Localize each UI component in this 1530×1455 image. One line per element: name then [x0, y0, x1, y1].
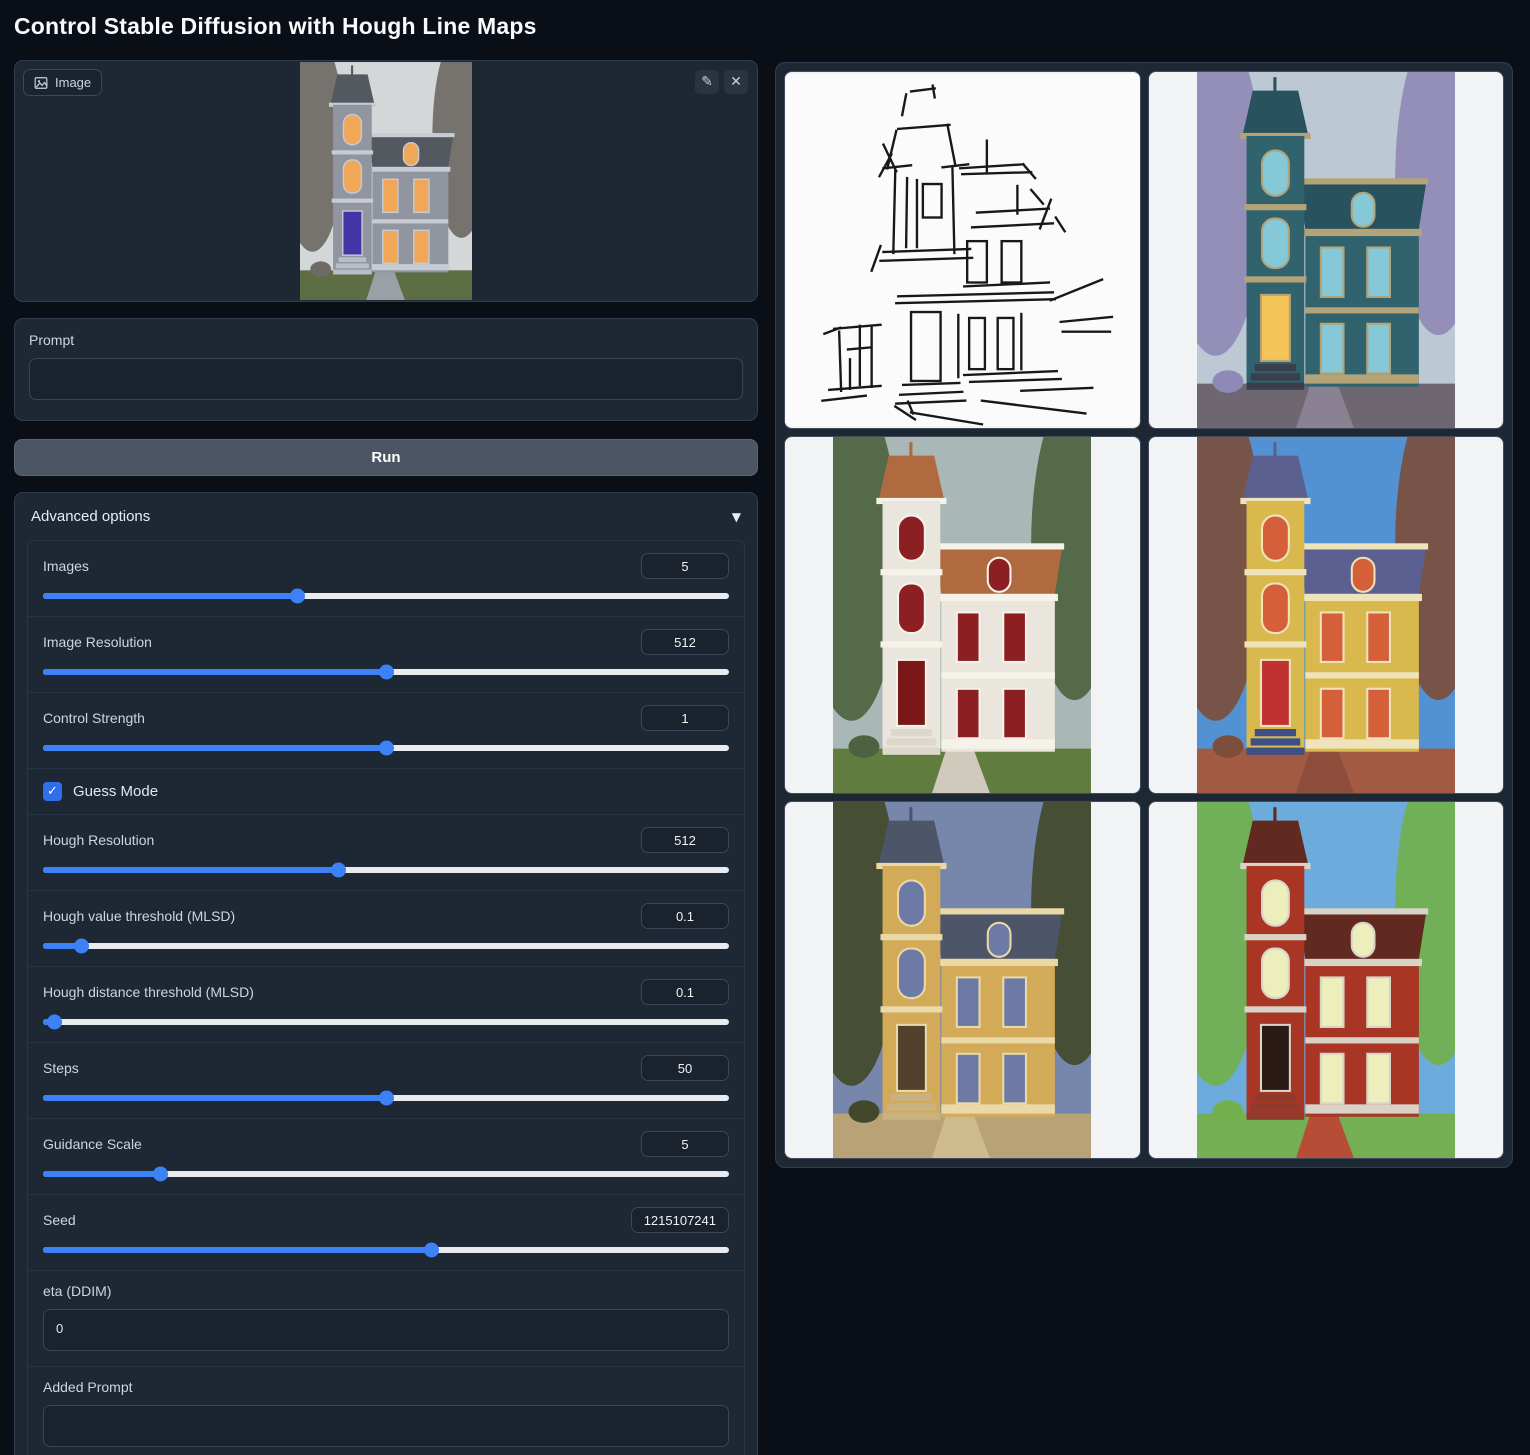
gallery-item-1[interactable]	[1148, 71, 1505, 429]
slider-handle[interactable]	[290, 589, 305, 604]
image-input-component[interactable]: Image ✎ ✕	[14, 60, 758, 302]
chevron-down-icon[interactable]: ▼	[732, 510, 741, 524]
hough-value-threshold-slider[interactable]	[43, 943, 729, 949]
hough-resolution-slider-row: Hough Resolution 512	[28, 814, 744, 890]
control-strength-value-input[interactable]: 1	[641, 705, 729, 731]
hough-value-threshold-input[interactable]: 0.1	[641, 903, 729, 929]
seed-slider-row: Seed 1215107241	[28, 1194, 744, 1270]
prompt-component: Prompt	[14, 318, 758, 421]
slider-label: Hough value threshold (MLSD)	[43, 908, 235, 924]
slider-label: Images	[43, 558, 89, 574]
hough-distance-threshold-slider[interactable]	[43, 1019, 729, 1025]
slider-handle[interactable]	[74, 939, 89, 954]
hough-resolution-value-input[interactable]: 512	[641, 827, 729, 853]
slider-label: Hough distance threshold (MLSD)	[43, 984, 254, 1000]
added-prompt-label: Added Prompt	[43, 1379, 729, 1395]
slider-handle[interactable]	[424, 1243, 439, 1258]
seed-slider[interactable]	[43, 1247, 729, 1253]
steps-value-input[interactable]: 50	[641, 1055, 729, 1081]
slider-handle[interactable]	[379, 741, 394, 756]
slider-label: Guidance Scale	[43, 1136, 142, 1152]
guess-mode-label: Guess Mode	[73, 783, 158, 800]
slider-label: Seed	[43, 1212, 76, 1228]
guidance-scale-slider[interactable]	[43, 1171, 729, 1177]
hough-distance-threshold-input[interactable]: 0.1	[641, 979, 729, 1005]
prompt-label: Prompt	[29, 332, 743, 348]
image-input-label: Image	[23, 69, 102, 96]
slider-handle[interactable]	[47, 1015, 62, 1030]
gallery-item-2[interactable]	[784, 436, 1141, 794]
generated-image-4	[833, 802, 1091, 1158]
slider-label: Hough Resolution	[43, 832, 154, 848]
image-input-label-text: Image	[55, 75, 91, 90]
generated-image-2	[833, 437, 1091, 793]
eta-input[interactable]: 0	[43, 1309, 729, 1351]
page-title: Control Stable Diffusion with Hough Line…	[14, 13, 537, 40]
slider-handle[interactable]	[379, 1091, 394, 1106]
generated-image-3	[1197, 437, 1455, 793]
eta-label: eta (DDIM)	[43, 1283, 729, 1299]
image-resolution-value-input[interactable]: 512	[641, 629, 729, 655]
slider-label: Steps	[43, 1060, 79, 1076]
image-icon	[34, 76, 48, 90]
hough-value-threshold-slider-row: Hough value threshold (MLSD) 0.1	[28, 890, 744, 966]
control-strength-slider-row: Control Strength 1	[28, 692, 744, 768]
clear-image-button[interactable]: ✕	[724, 70, 748, 94]
hough-line-map-thumbnail	[785, 72, 1140, 428]
image-resolution-slider-row: Image Resolution 512	[28, 616, 744, 692]
guess-mode-checkbox-row[interactable]: ✓ Guess Mode	[28, 768, 744, 814]
gallery-item-3[interactable]	[1148, 436, 1505, 794]
advanced-options-header[interactable]: Advanced options ▼	[15, 493, 757, 538]
slider-handle[interactable]	[153, 1167, 168, 1182]
slider-label: Image Resolution	[43, 634, 152, 650]
hough-distance-threshold-slider-row: Hough distance threshold (MLSD) 0.1	[28, 966, 744, 1042]
guidance-scale-slider-row: Guidance Scale 5	[28, 1118, 744, 1194]
gallery-item-4[interactable]	[784, 801, 1141, 1159]
hough-resolution-slider[interactable]	[43, 867, 729, 873]
eta-field-row: eta (DDIM) 0	[28, 1270, 744, 1366]
images-slider[interactable]	[43, 593, 729, 599]
prompt-input[interactable]	[29, 358, 743, 400]
steps-slider[interactable]	[43, 1095, 729, 1101]
advanced-options-title: Advanced options	[31, 508, 150, 525]
uploaded-house-photo	[300, 62, 472, 300]
images-slider-row: Images 5	[28, 541, 744, 616]
slider-handle[interactable]	[331, 863, 346, 878]
output-gallery	[775, 62, 1513, 1168]
slider-handle[interactable]	[379, 665, 394, 680]
gallery-item-5[interactable]	[1148, 801, 1505, 1159]
advanced-options-form: Images 5 Image Resolution 512 Contro	[27, 540, 745, 1455]
images-value-input[interactable]: 5	[641, 553, 729, 579]
advanced-options-accordion: Advanced options ▼ Images 5 Image Resolu…	[14, 492, 758, 1455]
controls-column: Image ✎ ✕ Prompt Run Advanced options ▼ …	[14, 60, 758, 1455]
added-prompt-input[interactable]	[43, 1405, 729, 1447]
steps-slider-row: Steps 50	[28, 1042, 744, 1118]
generated-image-5	[1197, 802, 1455, 1158]
generated-image-1	[1197, 72, 1455, 428]
checkbox-checked-icon[interactable]: ✓	[43, 782, 62, 801]
edit-image-button[interactable]: ✎	[695, 70, 719, 94]
guidance-scale-value-input[interactable]: 5	[641, 1131, 729, 1157]
added-prompt-field-row: Added Prompt	[28, 1366, 744, 1455]
seed-value-input[interactable]: 1215107241	[631, 1207, 729, 1233]
run-button[interactable]: Run	[14, 439, 758, 476]
control-strength-slider[interactable]	[43, 745, 729, 751]
gallery-item-hough-map[interactable]	[784, 71, 1141, 429]
slider-label: Control Strength	[43, 710, 145, 726]
image-resolution-slider[interactable]	[43, 669, 729, 675]
